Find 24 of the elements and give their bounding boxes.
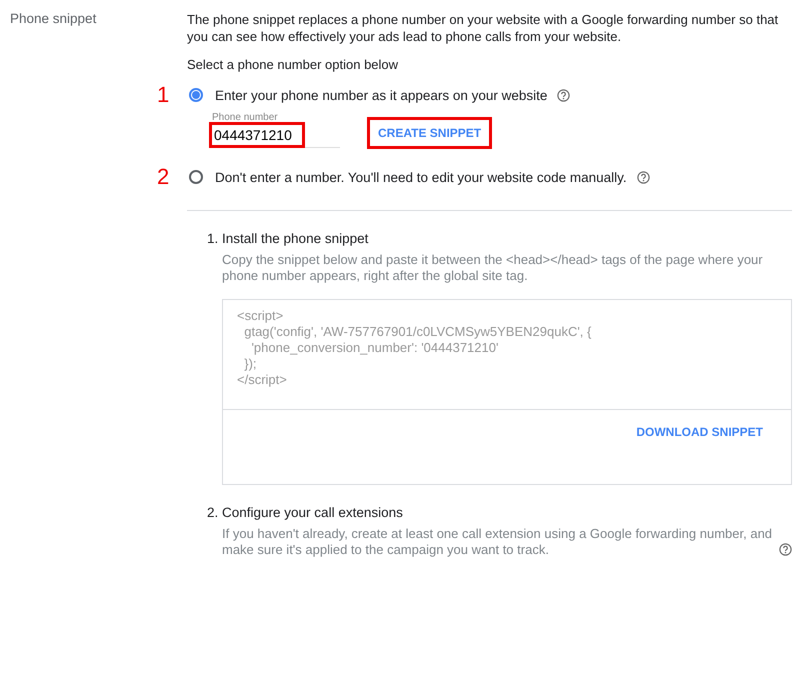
step-description: If you haven't already, create at least one call extension using a Google forwarding number, and make sure it's applied to the campaign you want to track. (222, 526, 773, 558)
help-icon[interactable] (779, 543, 792, 556)
create-snippet-button[interactable]: CREATE SNIPPET (370, 120, 490, 146)
radio-button[interactable] (189, 170, 203, 184)
radio-button[interactable] (189, 88, 203, 102)
prompt-text: Select a phone number option below (187, 57, 400, 72)
code-line: <script> (237, 308, 284, 324)
step-title: 2. Configure your call extensions (207, 505, 404, 520)
help-icon[interactable] (557, 88, 570, 102)
code-line: }); (243, 356, 258, 372)
option-label: Don't enter a number. You'll need to edit your website code manually. (215, 170, 627, 184)
code-line: gtag('config', 'AW-757767901/c0LVCMSyw5YBEN29qukC', { (243, 324, 592, 340)
help-icon[interactable] (636, 170, 650, 184)
code-line: 'phone_conversion_number': '0444371210' (250, 340, 500, 356)
step-description: Copy the snippet below and paste it between the <head></head> tags of the page where your phone number appears, right after the global site tag. (222, 252, 764, 284)
step-title: 1. Install the phone snippet (207, 231, 370, 246)
option-label: Enter your phone number as it appears on your website (215, 88, 548, 102)
field-label: Phone number (212, 112, 278, 123)
annotation-number: 2 (157, 166, 170, 188)
phone-number-field[interactable]: 0444371210 (212, 125, 302, 145)
section-label: Phone snippet (10, 11, 96, 26)
code-line: </script> (237, 372, 288, 388)
annotation-number: 1 (157, 84, 170, 106)
intro-text: The phone snippet replaces a phone number on your website with a Google forwarding number so that you can see how effectively your ads lead to phone calls from your website. (187, 11, 780, 45)
